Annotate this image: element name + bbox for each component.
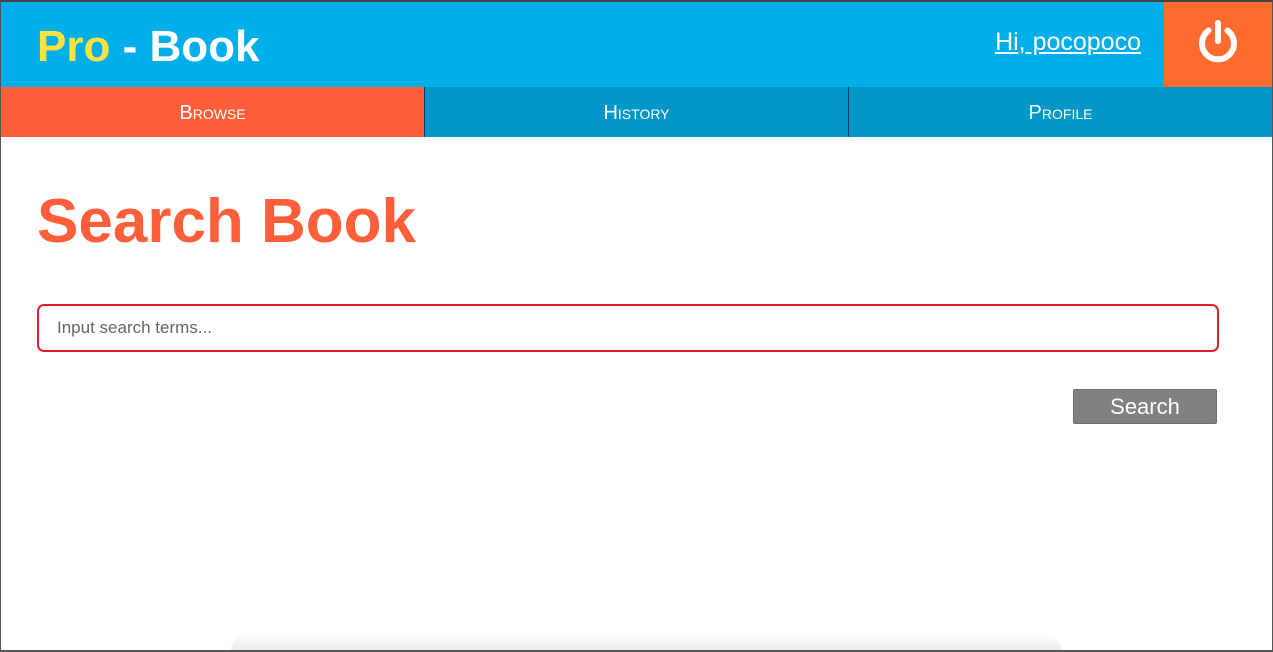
bottom-shadow: [231, 634, 1061, 650]
logo-pro-text: Pro: [37, 22, 111, 71]
power-icon: [1193, 17, 1243, 72]
top-header: Pro - Book Hi, pocopoco: [1, 2, 1272, 87]
page-title: Search Book: [37, 187, 417, 256]
search-button[interactable]: Search: [1073, 389, 1217, 424]
user-greeting-link[interactable]: Hi, pocopoco: [995, 26, 1141, 58]
tab-browse[interactable]: Browse: [1, 87, 424, 137]
app-window: Pro - Book Hi, pocopoco Browse History P…: [0, 0, 1273, 652]
main-nav: Browse History Profile: [1, 87, 1272, 137]
logout-button[interactable]: [1164, 2, 1272, 87]
search-input[interactable]: [37, 304, 1219, 352]
app-logo: Pro - Book: [37, 22, 259, 72]
tab-profile[interactable]: Profile: [848, 87, 1272, 137]
tab-history[interactable]: History: [424, 87, 848, 137]
logo-book-text: - Book: [110, 22, 260, 71]
